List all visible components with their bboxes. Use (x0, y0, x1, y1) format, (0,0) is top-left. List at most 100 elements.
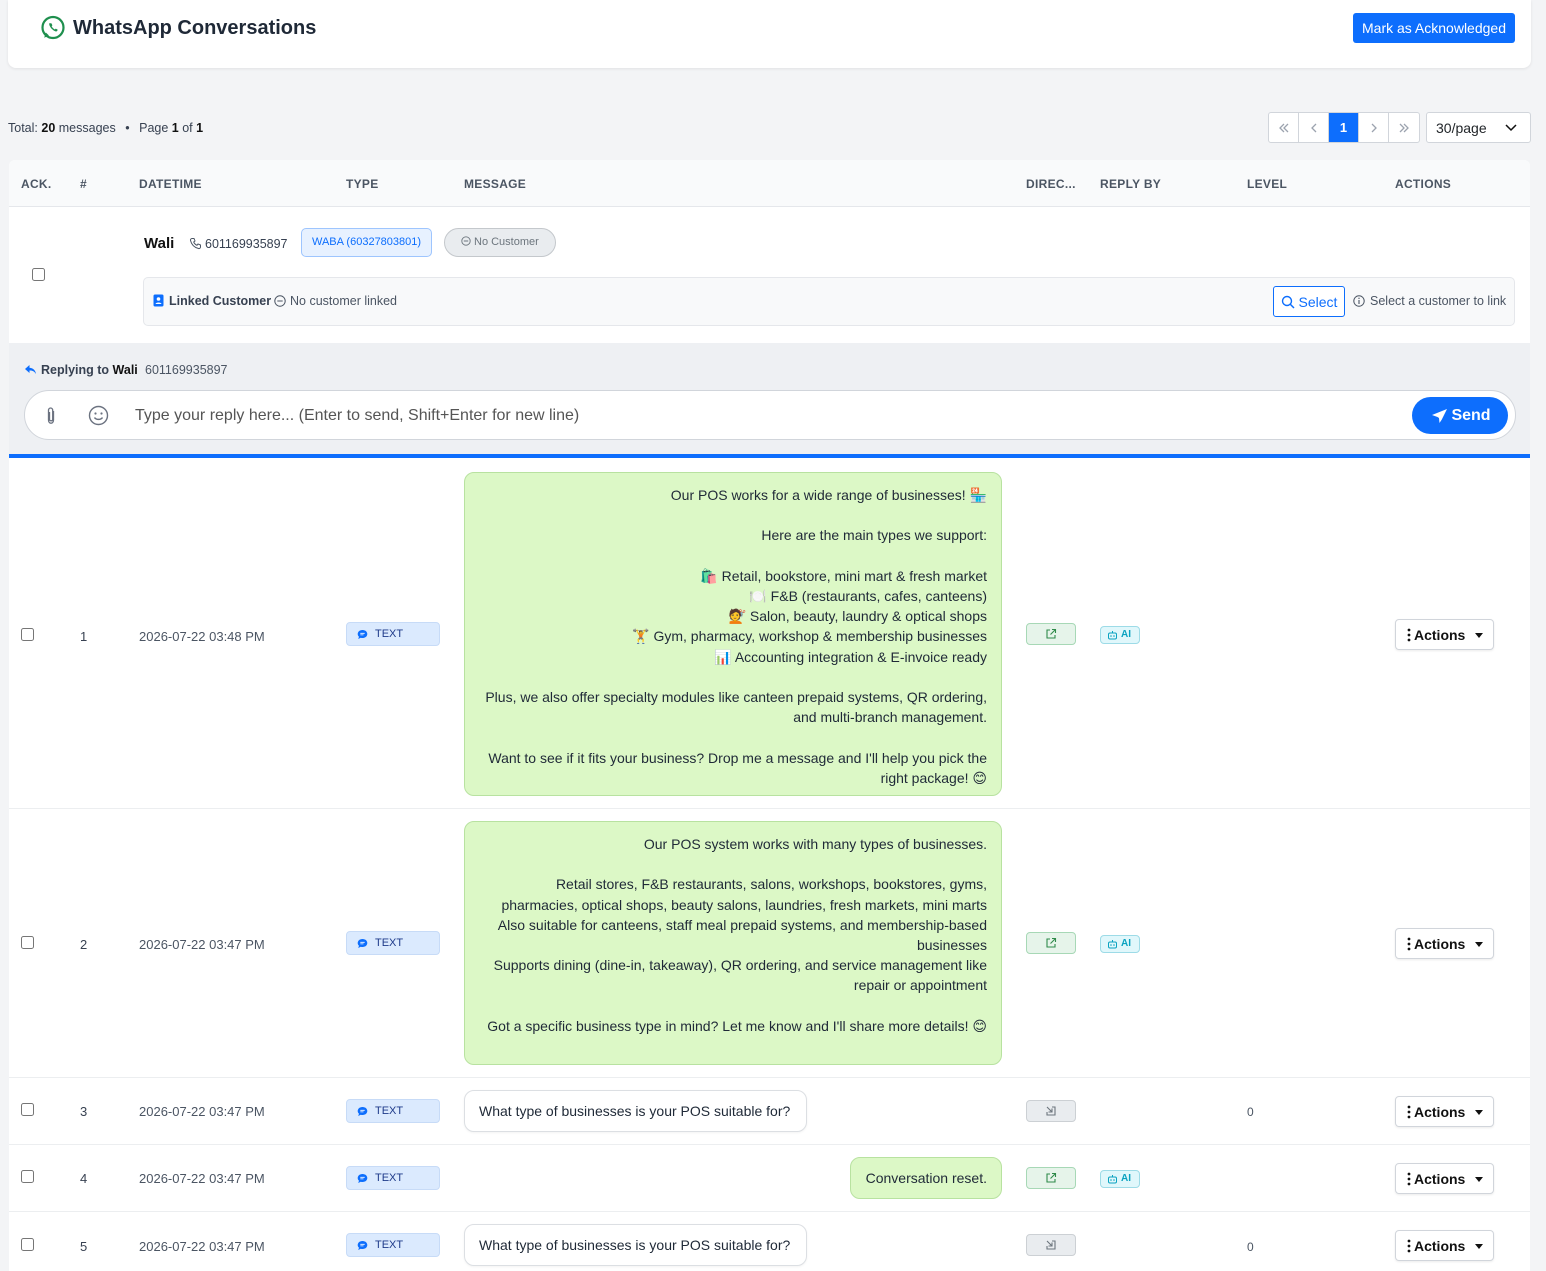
next-page-button[interactable] (1359, 113, 1389, 142)
message-type-label: TEXT (375, 1105, 404, 1117)
column-header-reply-by: REPLY BY (1100, 177, 1162, 191)
page-of: of (182, 121, 193, 135)
page-number-button[interactable]: 1 (1329, 113, 1359, 142)
table-row: 3 2026-07-22 03:47 PM TEXT What type of … (9, 1078, 1530, 1145)
row-ack-checkbox[interactable] (21, 1238, 34, 1251)
contact-ack-checkbox[interactable] (32, 268, 45, 281)
row-ack-checkbox[interactable] (21, 1103, 34, 1116)
message-bubble-incoming: What type of businesses is your POS suit… (464, 1090, 807, 1132)
linked-customer-value: No customer linked (290, 294, 397, 308)
row-actions-button[interactable]: Actions (1395, 1096, 1494, 1127)
direction-badge-outgoing (1026, 623, 1076, 645)
prev-page-button[interactable] (1299, 113, 1329, 142)
actions-label: Actions (1414, 626, 1466, 643)
caret-down-icon (1475, 942, 1483, 947)
no-customer-badge: No Customer (444, 228, 556, 257)
kebab-icon (1407, 1239, 1411, 1253)
direction-badge-outgoing (1026, 1167, 1076, 1189)
reply-composer: Replying to Wali 601169935897 Send (9, 343, 1530, 458)
message-bubble-outgoing: Our POS system works with many types of … (464, 821, 1002, 1065)
waba-badge: WABA (60327803801) (301, 228, 433, 257)
minus-circle-icon (461, 236, 471, 246)
column-header-level: LEVEL (1247, 177, 1288, 191)
last-page-button[interactable] (1389, 113, 1419, 142)
chat-bubble-icon (357, 939, 368, 948)
message-bubble-incoming: What type of businesses is your POS suit… (464, 1224, 807, 1266)
row-datetime: 2026-07-22 03:48 PM (139, 629, 265, 644)
row-ack-checkbox[interactable] (21, 628, 34, 641)
reply-by-label: AI (1121, 938, 1131, 949)
reply-by-label: AI (1121, 1173, 1131, 1184)
message-type-badge: TEXT (346, 931, 440, 955)
row-actions-button[interactable]: Actions (1395, 1163, 1494, 1194)
per-page-select[interactable]: 30/page (1426, 112, 1531, 143)
table-row: 1 2026-07-22 03:48 PM TEXT Our POS works… (9, 462, 1530, 809)
select-customer-button[interactable]: Select (1273, 286, 1345, 317)
actions-label: Actions (1414, 1170, 1466, 1187)
contact-group-header: Wali 601169935897 WABA (60327803801) No … (9, 208, 1530, 343)
direction-badge-incoming (1026, 1234, 1076, 1256)
message-type-label: TEXT (375, 1239, 404, 1251)
message-bubble-outgoing: Conversation reset. (850, 1157, 1002, 1199)
reply-input[interactable] (135, 401, 1405, 430)
send-button[interactable]: Send (1412, 397, 1508, 434)
mark-acknowledged-button[interactable]: Mark as Acknowledged (1353, 13, 1515, 43)
message-type-badge: TEXT (346, 1166, 440, 1190)
row-actions-button[interactable]: Actions (1395, 1230, 1494, 1261)
select-customer-hint: Select a customer to link (1370, 294, 1507, 308)
emoji-icon[interactable] (88, 405, 109, 426)
kebab-icon (1407, 1105, 1411, 1119)
actions-label: Actions (1414, 1103, 1466, 1120)
replying-to-label: Replying to Wali (41, 363, 138, 377)
chevron-left-icon (1310, 123, 1316, 132)
kebab-icon (1407, 628, 1411, 642)
linked-customer-label: Linked Customer (169, 294, 272, 308)
table-row: 4 2026-07-22 03:47 PM TEXT Conversation … (9, 1145, 1530, 1212)
replying-to-prefix: Replying to (41, 363, 110, 377)
robot-icon (1108, 940, 1117, 949)
replying-to-phone: 601169935897 (145, 363, 228, 377)
chevron-down-icon (1505, 124, 1517, 132)
contact-phone: 601169935897 (205, 237, 288, 251)
row-actions-button[interactable]: Actions (1395, 619, 1494, 650)
separator-dot: • (125, 121, 130, 135)
reply-arrow-icon (25, 365, 36, 374)
row-ack-checkbox[interactable] (21, 1170, 34, 1183)
first-page-button[interactable] (1269, 113, 1299, 142)
pagination: 1 (1268, 112, 1420, 143)
paperclip-icon[interactable] (44, 406, 58, 426)
robot-icon (1108, 631, 1117, 640)
reply-by-ai-badge: AI (1100, 626, 1140, 644)
external-link-icon (1046, 628, 1057, 639)
row-datetime: 2026-07-22 03:47 PM (139, 1239, 265, 1254)
contact-card-icon (153, 294, 164, 307)
contact-name: Wali (144, 235, 175, 252)
row-datetime: 2026-07-22 03:47 PM (139, 1171, 265, 1186)
select-button-label: Select (1298, 293, 1338, 310)
row-number: 2 (80, 937, 88, 952)
page-current: 1 (171, 121, 179, 135)
total-count: 20 (41, 121, 56, 135)
linked-customer-panel: Linked Customer No customer linked Selec… (143, 277, 1515, 326)
actions-label: Actions (1414, 1237, 1466, 1254)
caret-down-icon (1475, 1244, 1483, 1249)
no-customer-label: No Customer (474, 236, 539, 248)
row-ack-checkbox[interactable] (21, 936, 34, 949)
robot-icon (1108, 1175, 1117, 1184)
send-icon (1432, 409, 1447, 423)
caret-down-icon (1475, 1110, 1483, 1115)
reply-by-ai-badge: AI (1100, 935, 1140, 953)
message-summary: Total: 20 messages • Page 1 of 1 (8, 121, 203, 135)
page-label: Page (139, 121, 169, 135)
row-number: 1 (80, 629, 88, 644)
conversation-table: ACK. # DATETIME TYPE MESSAGE DIREC... RE… (9, 160, 1530, 1271)
row-actions-button[interactable]: Actions (1395, 928, 1494, 959)
actions-label: Actions (1414, 935, 1466, 952)
chat-bubble-icon (357, 1174, 368, 1183)
search-icon (1281, 295, 1295, 309)
chevron-right-icon (1371, 123, 1377, 132)
row-level: 0 (1247, 1240, 1254, 1254)
message-type-badge: TEXT (346, 622, 440, 646)
page-title: WhatsApp Conversations (73, 17, 317, 39)
double-chevron-left-icon (1278, 123, 1288, 132)
